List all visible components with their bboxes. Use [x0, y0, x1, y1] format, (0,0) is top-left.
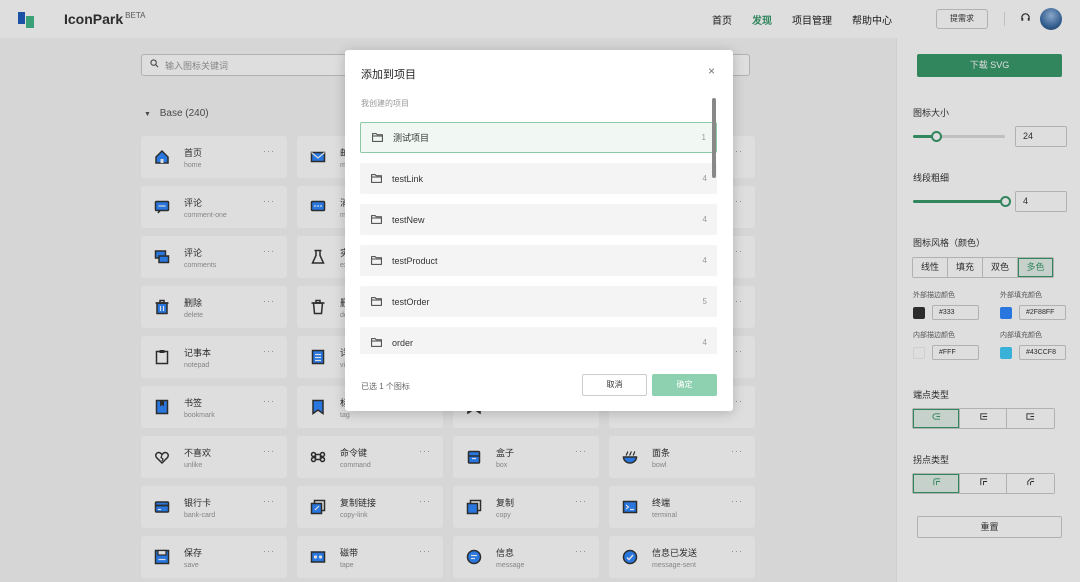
add-to-project-dialog: 添加到项目 × 我创建的项目 测试项目 1 testLink 4 testNew…	[345, 50, 733, 411]
cancel-button[interactable]: 取消	[582, 374, 647, 396]
project-count: 5	[702, 297, 707, 306]
scrollbar[interactable]	[712, 98, 716, 178]
project-item[interactable]: testProduct 4	[360, 245, 717, 276]
selection-count: 已选 1 个图标	[361, 382, 410, 391]
project-count: 4	[702, 174, 707, 183]
folder-icon	[371, 215, 382, 224]
project-item[interactable]: testNew 4	[360, 204, 717, 235]
project-name: testProduct	[392, 255, 438, 266]
folder-icon	[372, 133, 383, 142]
project-count: 4	[702, 338, 707, 347]
project-name: testNew	[392, 214, 425, 225]
project-item[interactable]: testOrder 5	[360, 286, 717, 317]
project-count: 4	[702, 215, 707, 224]
project-list: 测试项目 1 testLink 4 testNew 4 testProduct …	[360, 122, 717, 354]
project-name: testOrder	[392, 296, 430, 307]
project-name: testLink	[392, 173, 424, 184]
project-name: 测试项目	[393, 133, 430, 143]
project-count: 1	[701, 133, 706, 142]
folder-icon	[371, 174, 382, 183]
dialog-subtitle: 我创建的项目	[361, 99, 409, 108]
project-item[interactable]: testLink 4	[360, 163, 717, 194]
project-name: order	[392, 337, 414, 348]
project-item[interactable]: 测试项目 1	[360, 122, 717, 153]
folder-icon	[371, 256, 382, 265]
confirm-button[interactable]: 确定	[652, 374, 717, 396]
folder-icon	[371, 297, 382, 306]
folder-icon	[371, 338, 382, 347]
dialog-title: 添加到项目	[361, 69, 416, 81]
close-icon[interactable]: ×	[708, 64, 715, 78]
project-item[interactable]: order 4	[360, 327, 717, 354]
project-count: 4	[702, 256, 707, 265]
